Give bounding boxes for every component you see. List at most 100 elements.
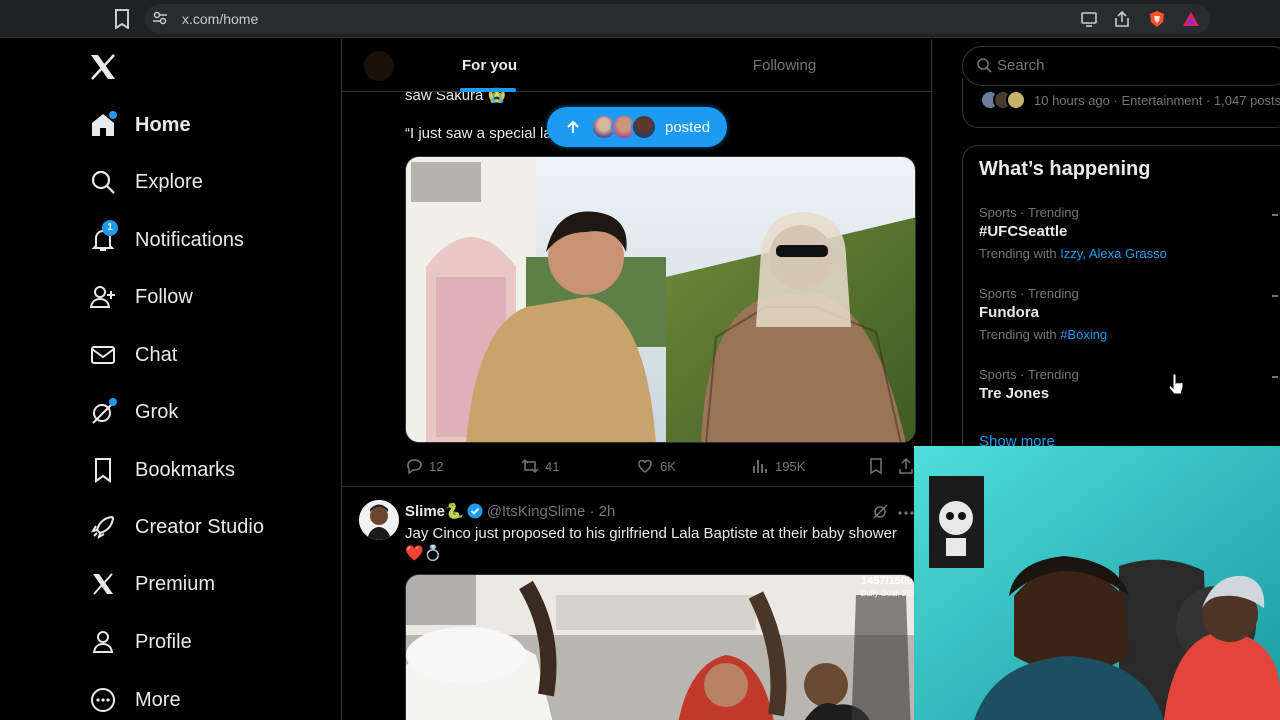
tweet-media-image[interactable]	[405, 156, 916, 443]
trend-with-links[interactable]: Izzy, Alexa Grasso	[1060, 246, 1167, 261]
tweet-media-video[interactable]: 1457/1500 Daily Goal: 2/3	[405, 574, 916, 720]
nav-label-chat: Chat	[135, 343, 178, 366]
nav-item-chat[interactable]: Chat	[86, 335, 316, 375]
search-placeholder: Search	[997, 57, 1045, 74]
active-tab-indicator	[460, 88, 516, 92]
bookmark-button[interactable]	[867, 457, 891, 475]
nav-label-premium: Premium	[135, 572, 216, 595]
section-title: What’s happening	[979, 158, 1151, 180]
grok-new-dot	[109, 398, 117, 406]
person-icon	[88, 627, 118, 657]
mouse-cursor-icon	[1168, 373, 1184, 395]
more-options-icon[interactable]	[897, 506, 915, 520]
news-avatars	[980, 90, 1026, 110]
bookmark-icon	[88, 455, 118, 485]
analytics-icon	[753, 460, 767, 473]
tab-following[interactable]: Following	[637, 39, 931, 92]
nav-item-notifications[interactable]: 1 Notifications	[86, 220, 316, 260]
timeline-tabs: For you Following	[342, 39, 931, 92]
nav-item-follow[interactable]: Follow	[86, 277, 316, 317]
home-icon	[88, 110, 118, 140]
trend-with: Trending with #Boxing	[979, 327, 1269, 342]
tweet-actions: 12 41 6K 195K	[405, 457, 916, 477]
more-options-icon[interactable]	[1272, 214, 1278, 216]
trend-item[interactable]: Sports · Trending #UFCSeattle Trending w…	[979, 205, 1269, 261]
nav-item-home[interactable]: Home	[86, 105, 316, 145]
display-name[interactable]: Slime🐍	[405, 502, 464, 520]
nav-label-follow: Follow	[135, 285, 193, 308]
new-posts-label: posted	[665, 118, 711, 136]
bell-icon: 1	[88, 220, 118, 255]
trend-with-links[interactable]: #Boxing	[1060, 327, 1107, 342]
tab-following-label: Following	[752, 57, 817, 74]
notification-badge: 1	[102, 220, 118, 236]
trend-category: Sports · Trending	[979, 286, 1079, 301]
repost-button[interactable]: 41	[521, 457, 559, 475]
brave-rewards-icon[interactable]	[1182, 10, 1200, 28]
trend-name: Fundora	[979, 304, 1039, 321]
pill-avatar	[631, 114, 657, 140]
rocket-icon	[88, 512, 118, 542]
reply-button[interactable]: 12	[405, 457, 443, 475]
webcam-overlay	[914, 446, 1280, 720]
x-logo-icon	[88, 569, 118, 599]
timeline: For you Following saw Sakura 😭 “I just s…	[341, 39, 932, 720]
search-icon	[88, 167, 118, 197]
nav-item-creator-studio[interactable]: Creator Studio	[86, 507, 316, 547]
trend-with: Trending with Izzy, Alexa Grasso	[979, 246, 1269, 261]
trend-category: Sports · Trending	[979, 205, 1079, 220]
like-count: 6K	[660, 458, 676, 474]
nav-item-grok[interactable]: Grok	[86, 392, 316, 432]
tab-for-you-label: For you	[462, 57, 517, 74]
cast-icon[interactable]	[1080, 10, 1098, 28]
nav-item-premium[interactable]: Premium	[86, 564, 316, 604]
stream-goal-overlay: 1457/1500	[861, 575, 913, 587]
brave-shield-icon[interactable]	[1148, 10, 1166, 28]
repost-icon	[521, 458, 539, 474]
share-icon[interactable]	[1113, 10, 1131, 28]
tab-for-you[interactable]: For you	[342, 39, 637, 92]
tweet-photo	[406, 157, 915, 442]
arrow-up-icon	[567, 120, 579, 133]
repost-count: 41	[545, 458, 560, 474]
address-bar[interactable]	[145, 4, 1210, 34]
handle-and-time[interactable]: @ItsKingSlime · 2h	[487, 503, 616, 520]
tweet-text-line: Jay Cinco just proposed to his girlfrien…	[405, 525, 897, 542]
nav-label-home: Home	[135, 113, 191, 136]
tweet-text: Jay Cinco just proposed to his girlfrien…	[405, 524, 915, 564]
nav-label-creator-studio: Creator Studio	[135, 515, 264, 538]
bookmark-page-icon[interactable]	[113, 9, 131, 29]
reply-icon	[407, 459, 422, 475]
x-logo-icon[interactable]	[88, 52, 118, 82]
nav-label-notifications: Notifications	[135, 228, 244, 251]
trend-item[interactable]: Sports · Trending Tre Jones	[979, 367, 1269, 402]
nav-label-explore: Explore	[135, 170, 203, 193]
nav-item-bookmarks[interactable]: Bookmarks	[86, 450, 316, 490]
new-posts-pill[interactable]: posted	[547, 107, 727, 147]
grok-icon[interactable]	[872, 503, 889, 520]
trend-category: Sports · Trending	[979, 367, 1079, 382]
site-settings-icon[interactable]	[152, 10, 168, 26]
avatar[interactable]	[359, 500, 399, 540]
nav-item-more[interactable]: More	[86, 680, 316, 720]
url-text[interactable]: x.com/home	[182, 11, 258, 27]
view-count: 195K	[775, 458, 806, 474]
trend-item[interactable]: Sports · Trending Fundora Trending with …	[979, 286, 1269, 342]
like-button[interactable]: 6K	[636, 457, 676, 475]
stream-goal-sub: Daily Goal: 2/3	[860, 589, 913, 598]
nav-label-more: More	[135, 688, 181, 711]
trend-with-label: Trending with	[979, 246, 1057, 261]
more-options-icon[interactable]	[1272, 376, 1278, 378]
nav-item-profile[interactable]: Profile	[86, 622, 316, 662]
tweet-emoji-line: ❤️💍	[405, 545, 443, 562]
grok-icon	[88, 397, 118, 427]
verified-badge-icon	[467, 503, 483, 519]
unread-dot	[109, 111, 117, 119]
nav-item-explore[interactable]: Explore	[86, 162, 316, 202]
webcam-feed	[914, 446, 1280, 720]
more-options-icon[interactable]	[1272, 295, 1278, 297]
views-button[interactable]: 195K	[751, 457, 805, 475]
trend-name: #UFCSeattle	[979, 223, 1068, 240]
news-meta: 10 hours ago · Entertainment · 1,047 pos…	[1034, 93, 1280, 108]
heart-icon	[638, 459, 652, 473]
